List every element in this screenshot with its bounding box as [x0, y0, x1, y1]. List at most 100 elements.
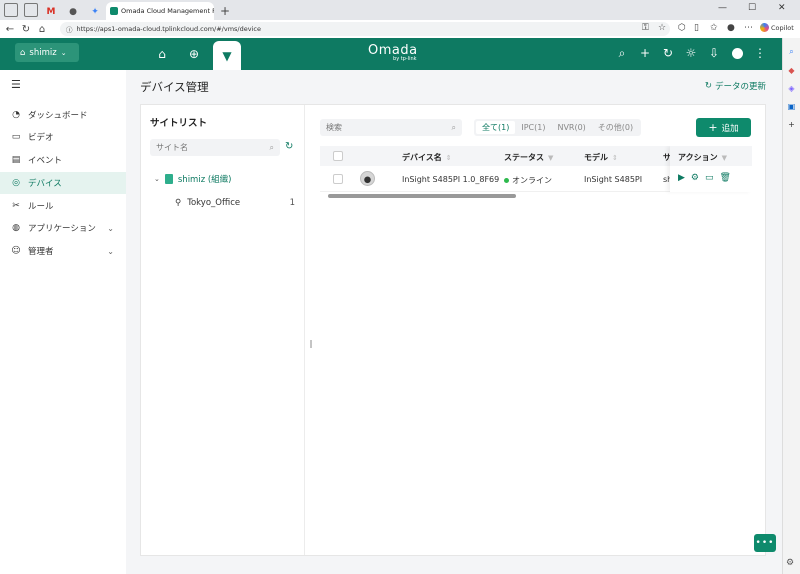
refresh-icon[interactable]: ↻ — [660, 46, 676, 60]
folder-icon[interactable]: ▭ — [705, 173, 714, 183]
delete-icon[interactable]: 🗑 — [720, 173, 731, 183]
application-icon: ◍ — [12, 223, 20, 233]
maximize-icon[interactable]: ☐ — [748, 3, 756, 13]
org-tree-node[interactable]: ⌄ shimiz (組織) — [154, 173, 232, 185]
copilot-button[interactable]: Copilot — [760, 23, 794, 32]
settings-gear-icon[interactable]: ⚙ — [691, 173, 699, 183]
home-icon[interactable]: ⌂ — [34, 24, 50, 35]
site-selector[interactable]: ⌂ shimiz ⌄ — [15, 43, 79, 62]
sidebar-item-video[interactable]: ▭ ビデオ — [0, 126, 126, 148]
edge-search-icon[interactable]: ⌕ — [783, 47, 800, 57]
org-label: shimiz (組織) — [177, 175, 232, 185]
download-icon[interactable]: ⇩ — [706, 46, 722, 60]
browser-tab-omada[interactable]: Omada Cloud Management Platf ✕ — [106, 2, 214, 20]
camera-nav-icon[interactable]: ▼ — [213, 41, 241, 70]
edge-add-icon[interactable]: + — [783, 120, 800, 129]
site-device-count: 1 — [289, 198, 295, 208]
play-icon[interactable]: ▶ — [678, 173, 685, 183]
edge-outlook-icon[interactable]: ▣ — [783, 102, 800, 111]
dashboard-icon: ◔ — [12, 110, 20, 120]
chat-support-button[interactable]: ••• — [754, 534, 776, 552]
search-icon[interactable]: ⌕ — [452, 123, 456, 133]
refresh-data-button[interactable]: ↻ データの更新 — [705, 80, 766, 92]
reload-icon[interactable]: ↻ — [18, 24, 34, 35]
profile-avatar-icon[interactable]: ● — [727, 23, 735, 33]
edge-tools-icon[interactable]: ◈ — [783, 84, 800, 93]
actions-column: アクション ▼ ▶ ⚙ ▭ 🗑 — [670, 146, 752, 192]
chevron-down-icon[interactable]: ⌄ — [154, 175, 160, 183]
site-info-icon[interactable]: ⓘ — [66, 24, 73, 34]
new-tab-icon[interactable]: + — [220, 4, 230, 18]
site-tree-item[interactable]: ⚲ Tokyo_Office 1 — [175, 198, 295, 208]
tab-list-icon[interactable] — [24, 3, 38, 17]
sidebar-item-label: ルール — [28, 202, 54, 212]
filter-all[interactable]: 全て(1) — [476, 121, 516, 134]
tab-actions-icon[interactable] — [4, 3, 18, 17]
sidebar-item-label: イベント — [28, 156, 63, 166]
browser-tab-gmail[interactable]: M — [40, 3, 62, 20]
copilot-label: Copilot — [771, 23, 794, 32]
search-icon[interactable]: ⌕ — [614, 46, 630, 61]
favorites-icon[interactable]: ✩ — [710, 23, 718, 33]
back-icon[interactable]: ← — [2, 24, 18, 35]
device-status: オンライン — [504, 175, 552, 186]
column-status[interactable]: ステータス ▼ — [504, 152, 553, 163]
site-refresh-icon[interactable]: ↻ — [285, 141, 293, 152]
sidebar-item-rule[interactable]: ✂ ルール — [0, 195, 126, 217]
more-options-icon[interactable]: ⋮ — [752, 46, 768, 60]
window-close-icon[interactable]: ✕ — [778, 3, 786, 13]
address-bar[interactable]: ⓘ https://aps1-omada-cloud.tplinkcloud.c… — [60, 22, 670, 36]
search-icon[interactable]: ⌕ — [270, 143, 274, 153]
add-device-button[interactable]: + 追加 — [696, 118, 751, 137]
device-search-input[interactable] — [326, 123, 436, 132]
column-device-name[interactable]: デバイス名 ⇕ — [402, 152, 452, 163]
sidebar-item-event[interactable]: ▤ イベント — [0, 149, 126, 171]
split-screen-icon[interactable]: ▯ — [694, 23, 699, 33]
app-header: ⌂ shimiz ⌄ ⌂ ⊕ ▼ Omada by tp-link ⌕ + ↻ … — [0, 38, 782, 70]
row-checkbox[interactable] — [333, 174, 343, 184]
user-avatar-icon[interactable] — [729, 46, 745, 62]
sort-icon: ⇕ — [612, 154, 618, 162]
select-all-checkbox[interactable] — [333, 151, 343, 161]
filter-other[interactable]: その他(0) — [592, 121, 639, 134]
site-list-title: サイトリスト — [150, 118, 208, 129]
network-nav-icon[interactable]: ⌂ — [148, 38, 176, 70]
device-name[interactable]: InSight S485PI 1.0_8F69 — [402, 175, 499, 184]
key-icon[interactable]: ⚿ — [642, 23, 649, 33]
edge-shopping-icon[interactable]: ◆ — [783, 66, 800, 75]
sidebar-item-dashboard[interactable]: ◔ ダッシュボード — [0, 104, 126, 126]
main-content: デバイス管理 ↻ データの更新 サイトリスト ⌕ ↻ ⌄ shimiz (組織)… — [126, 70, 782, 574]
browser-tab-title: Omada Cloud Management Platf — [121, 7, 214, 15]
site-search-input[interactable] — [156, 143, 256, 152]
horizontal-scrollbar[interactable] — [320, 194, 752, 198]
globe-nav-icon[interactable]: ⊕ — [180, 38, 208, 70]
page-title: デバイス管理 — [140, 80, 209, 94]
minimize-icon[interactable]: — — [718, 3, 727, 13]
column-model[interactable]: モデル ⇕ — [584, 152, 618, 163]
collapse-sidebar-icon[interactable]: ☰ — [11, 78, 21, 91]
refresh-data-label: データの更新 — [714, 82, 766, 92]
browser-tab-copilot[interactable]: ✦ — [84, 3, 106, 20]
browser-tab-other[interactable]: ● — [62, 3, 84, 20]
camera-device-icon — [360, 171, 375, 186]
more-menu-icon[interactable]: ⋯ — [744, 23, 753, 33]
sort-icon: ⇕ — [445, 154, 452, 162]
refresh-icon: ↻ — [704, 81, 712, 91]
favorite-star-icon[interactable]: ☆ — [658, 23, 666, 33]
sidebar-item-label: アプリケーション — [28, 224, 96, 234]
chevron-down-icon: ⌄ — [60, 48, 67, 57]
filter-ipc[interactable]: IPC(1) — [515, 121, 551, 134]
omada-favicon-icon — [110, 7, 118, 15]
site-list-panel: サイトリスト ⌕ ↻ ⌄ shimiz (組織) ⚲ Tokyo_Office … — [141, 105, 305, 555]
sidebar-item-admin[interactable]: ☺ 管理者 ⌄ — [0, 240, 126, 262]
add-icon[interactable]: + — [637, 46, 653, 60]
omada-logo: Omada by tp-link — [368, 43, 418, 62]
edge-settings-icon[interactable]: ⚙ — [786, 558, 794, 568]
sidebar-item-device[interactable]: ◎ デバイス — [0, 172, 126, 194]
scrollbar-thumb[interactable] — [328, 194, 516, 198]
sidebar-item-application[interactable]: ◍ アプリケーション ⌄ — [0, 217, 126, 239]
filter-nvr[interactable]: NVR(0) — [551, 121, 591, 134]
theme-sun-icon[interactable]: ☼ — [683, 46, 699, 60]
sidebar-item-label: 管理者 — [28, 247, 54, 257]
extension-icon[interactable]: ⬡ — [678, 23, 686, 33]
